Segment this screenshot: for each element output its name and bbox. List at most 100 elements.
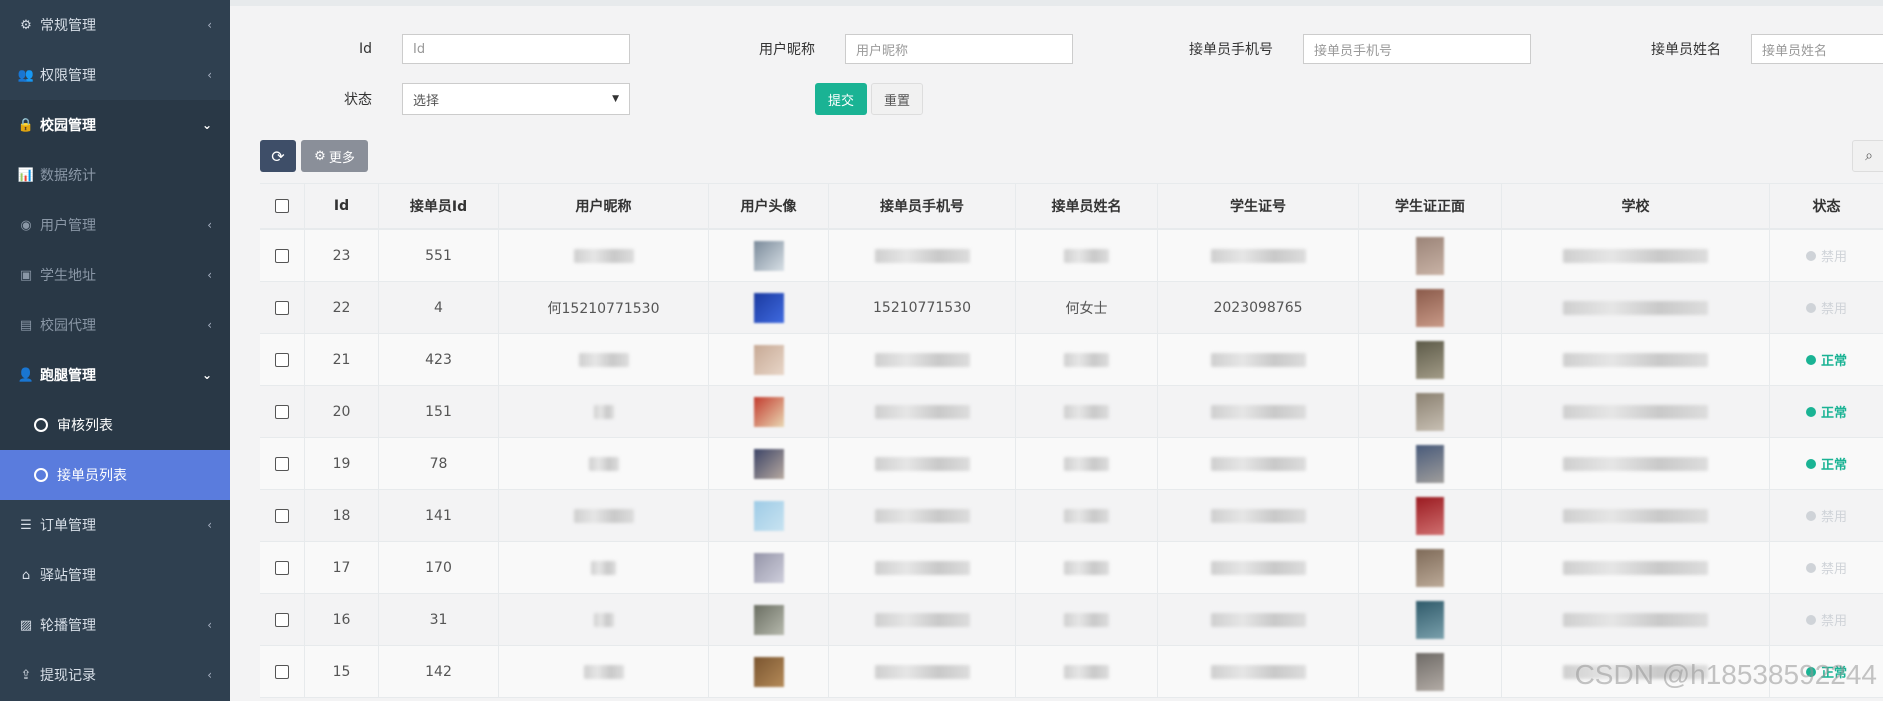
student-card-image[interactable]	[1416, 236, 1444, 275]
cell-id: 20	[305, 386, 379, 437]
runner-name-input[interactable]: 接单员姓名	[1751, 34, 1883, 64]
more-button[interactable]: ⚙ 更多	[301, 140, 368, 172]
row-checkbox[interactable]	[275, 612, 289, 627]
status-select[interactable]: 选择 ▼	[402, 83, 630, 115]
sidebar-item-stats[interactable]: 📊 数据统计	[0, 150, 230, 200]
runner-phone-input[interactable]: 接单员手机号	[1303, 34, 1531, 64]
sidebar-item-orders[interactable]: ☰ 订单管理 ‹	[0, 500, 230, 550]
avatar-image[interactable]	[753, 500, 784, 531]
select-all-cell[interactable]	[260, 184, 305, 228]
sidebar-item-station[interactable]: ⌂ 驿站管理	[0, 550, 230, 600]
col-avatar[interactable]: 用户头像	[709, 184, 829, 228]
cell-runner-id: 151	[379, 386, 499, 437]
avatar-image[interactable]	[753, 396, 784, 427]
row-checkbox[interactable]	[275, 300, 289, 315]
cell-phone	[829, 386, 1016, 437]
row-select-cell[interactable]	[260, 646, 305, 697]
cell-name	[1016, 334, 1158, 385]
row-select-cell[interactable]	[260, 282, 305, 333]
row-checkbox[interactable]	[275, 508, 289, 523]
table-row[interactable]: 23 551 禁用	[260, 230, 1883, 282]
row-checkbox[interactable]	[275, 456, 289, 471]
avatar-image[interactable]	[753, 552, 784, 583]
student-card-image[interactable]	[1416, 652, 1444, 691]
sidebar-item-general[interactable]: ⚙ 常规管理 ‹	[0, 0, 230, 50]
search-button[interactable]: ⌕	[1852, 140, 1883, 172]
col-status[interactable]: 状态	[1770, 184, 1883, 228]
sidebar-item-campus[interactable]: 🔒 校园管理 ⌄	[0, 100, 230, 150]
student-card-image[interactable]	[1416, 288, 1444, 327]
sidebar-item-agent[interactable]: ▤ 校园代理 ‹	[0, 300, 230, 350]
redacted-text	[1064, 456, 1109, 471]
cell-nickname	[499, 334, 709, 385]
student-card-image[interactable]	[1416, 548, 1444, 587]
table-row[interactable]: 22 4 何15210771530 15210771530 何女士 2023098765 禁…	[260, 282, 1883, 334]
redacted-text	[1210, 404, 1306, 419]
sidebar-item-users[interactable]: ◉ 用户管理 ‹	[0, 200, 230, 250]
sidebar-item-review-list[interactable]: 审核列表	[0, 400, 230, 450]
table-row[interactable]: 17 170 禁用	[260, 542, 1883, 594]
avatar-image[interactable]	[753, 656, 784, 687]
row-select-cell[interactable]	[260, 230, 305, 281]
users-icon: 👥	[17, 67, 35, 83]
col-nickname[interactable]: 用户昵称	[499, 184, 709, 228]
table-row[interactable]: 21 423 正常	[260, 334, 1883, 386]
reset-button[interactable]: 重置	[871, 83, 923, 115]
avatar-image[interactable]	[753, 240, 784, 271]
cell-student-card	[1359, 230, 1502, 281]
avatar-image[interactable]	[753, 344, 784, 375]
row-checkbox[interactable]	[275, 664, 289, 679]
sidebar-item-label: 校园代理	[40, 318, 96, 334]
student-card-image[interactable]	[1416, 496, 1444, 535]
col-name[interactable]: 接单员姓名	[1016, 184, 1158, 228]
col-phone[interactable]: 接单员手机号	[829, 184, 1016, 228]
row-checkbox[interactable]	[275, 404, 289, 419]
avatar-image[interactable]	[753, 604, 784, 635]
select-all-checkbox[interactable]	[275, 199, 289, 213]
avatar-image[interactable]	[753, 292, 784, 323]
student-card-image[interactable]	[1416, 600, 1444, 639]
table-row[interactable]: 18 141 禁用	[260, 490, 1883, 542]
nickname-input[interactable]: 用户昵称	[845, 34, 1073, 64]
gears-icon: ⚙	[20, 17, 32, 33]
chevron-down-icon: ⌄	[201, 368, 212, 382]
id-input[interactable]: Id	[402, 34, 630, 64]
sidebar-item-banner[interactable]: ▨ 轮播管理 ‹	[0, 600, 230, 650]
student-card-image[interactable]	[1416, 340, 1444, 379]
sidebar-item-runner-list[interactable]: 接单员列表	[0, 450, 230, 500]
table-row[interactable]: 16 31 禁用	[260, 594, 1883, 646]
sidebar-item-withdraw[interactable]: ⇪ 提现记录 ‹	[0, 650, 230, 700]
row-select-cell[interactable]	[260, 438, 305, 489]
col-student-card[interactable]: 学生证正面	[1359, 184, 1502, 228]
col-school[interactable]: 学校	[1502, 184, 1770, 228]
submit-button[interactable]: 提交	[815, 83, 867, 115]
cell-runner-id: 551	[379, 230, 499, 281]
refresh-button[interactable]: ⟳	[260, 140, 296, 172]
cell-runner-id: 78	[379, 438, 499, 489]
student-card-image[interactable]	[1416, 444, 1444, 483]
row-checkbox[interactable]	[275, 248, 289, 263]
cell-school	[1502, 230, 1770, 281]
table-row[interactable]: 20 151 正常	[260, 386, 1883, 438]
avatar-image[interactable]	[753, 448, 784, 479]
sidebar-item-permission[interactable]: 👥 权限管理 ‹	[0, 50, 230, 100]
row-select-cell[interactable]	[260, 386, 305, 437]
status-text: 正常	[1820, 354, 1847, 369]
cell-student-card	[1359, 646, 1502, 697]
row-select-cell[interactable]	[260, 594, 305, 645]
redacted-text	[1064, 664, 1109, 679]
cell-runner-id: 31	[379, 594, 499, 645]
sidebar-item-label: 校园管理	[40, 118, 96, 134]
sidebar-item-address[interactable]: ▣ 学生地址 ‹	[0, 250, 230, 300]
row-select-cell[interactable]	[260, 334, 305, 385]
row-checkbox[interactable]	[275, 352, 289, 367]
row-checkbox[interactable]	[275, 560, 289, 575]
col-runner-id[interactable]: 接单员Id	[379, 184, 499, 228]
row-select-cell[interactable]	[260, 490, 305, 541]
table-row[interactable]: 19 78 正常	[260, 438, 1883, 490]
sidebar-item-errand[interactable]: 👤 跑腿管理 ⌄	[0, 350, 230, 400]
row-select-cell[interactable]	[260, 542, 305, 593]
col-student-id[interactable]: 学生证号	[1158, 184, 1359, 228]
student-card-image[interactable]	[1416, 392, 1444, 431]
col-id[interactable]: Id	[305, 184, 379, 228]
